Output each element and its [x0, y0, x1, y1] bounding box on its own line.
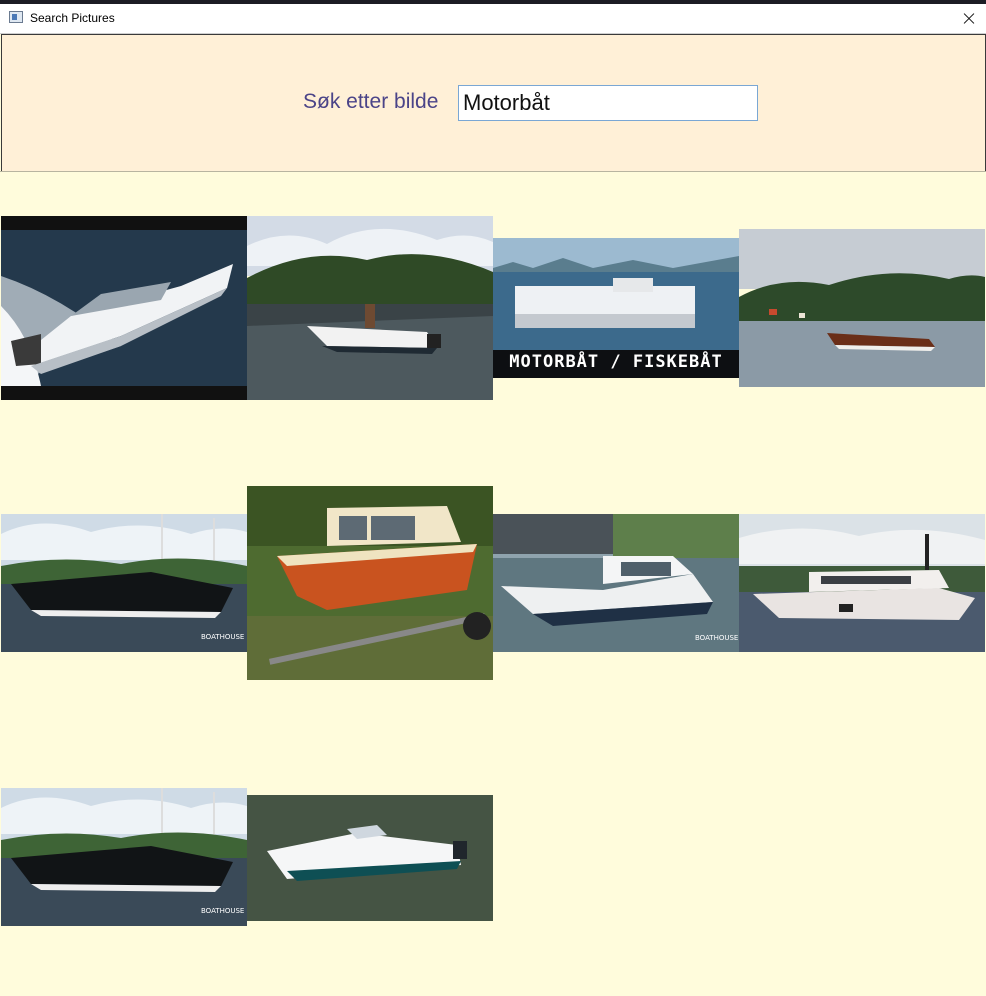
- window-title: Search Pictures: [30, 11, 115, 25]
- result-image-8[interactable]: [739, 514, 985, 652]
- result-image-1[interactable]: [1, 216, 247, 400]
- result-image-7[interactable]: BOATHOUSE: [493, 514, 739, 652]
- search-input[interactable]: [458, 85, 758, 121]
- result-image-2[interactable]: [247, 216, 493, 400]
- search-label: Søk etter bilde: [303, 90, 439, 113]
- result-image-5-watermark: BOATHOUSE: [201, 633, 245, 641]
- close-icon[interactable]: [952, 4, 986, 33]
- result-image-3[interactable]: MOTORBÅT / FISKEBÅT: [493, 238, 739, 378]
- result-image-3-caption: MOTORBÅT / FISKEBÅT: [509, 352, 723, 372]
- result-image-7-watermark: BOATHOUSE: [695, 634, 739, 642]
- result-image-5[interactable]: BOATHOUSE: [1, 514, 247, 652]
- app-icon: [9, 11, 23, 23]
- search-panel: Søk etter bilde: [1, 34, 986, 172]
- result-image-9-watermark: BOATHOUSE: [201, 907, 245, 915]
- result-image-6[interactable]: [247, 486, 493, 680]
- title-bar: Search Pictures: [0, 4, 986, 34]
- panel-divider: [0, 171, 986, 172]
- result-image-4[interactable]: [739, 229, 985, 387]
- result-image-10[interactable]: [247, 795, 493, 921]
- result-image-9[interactable]: BOATHOUSE: [1, 788, 247, 926]
